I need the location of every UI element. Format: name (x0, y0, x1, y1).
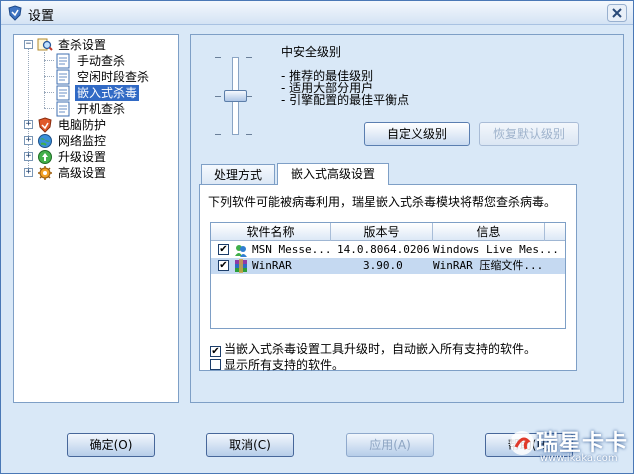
tree-item-update-settings[interactable]: + 升级设置 (20, 149, 170, 165)
security-level-slider-thumb[interactable] (224, 90, 247, 102)
row-checkbox[interactable]: ✔ (218, 244, 229, 255)
software-table: 软件名称 版本号 信息 ✔ MSN Messe... 14.0.8064.020… (210, 222, 566, 329)
custom-level-button[interactable]: 自定义级别 (364, 122, 470, 146)
tree-item-label: 查杀设置 (58, 38, 107, 52)
slider-tick (215, 57, 221, 58)
software-info: WinRAR 压缩文件... (433, 259, 544, 272)
embedded-description: 下列软件可能被病毒利用，瑞星嵌入式杀毒模块将帮您查杀病毒。 (208, 195, 557, 209)
rising-shield-icon (8, 5, 22, 21)
tree-item-manual-scan[interactable]: 手动查杀 (20, 53, 170, 69)
document-icon (56, 101, 70, 117)
tree-item-label-selected: 嵌入式杀毒 (75, 85, 140, 101)
settings-tree: − 查杀设置 手动查杀 空闲时段查杀 嵌入式杀毒 开机查杀 + 电脑防护 + 网… (13, 34, 179, 403)
tree-item-pc-protection[interactable]: + 电脑防护 (20, 117, 170, 133)
software-name: MSN Messe... (252, 243, 332, 256)
tree-item-embedded-scan[interactable]: 嵌入式杀毒 (20, 85, 170, 101)
software-info: Windows Live Mes... (433, 243, 559, 256)
tree-item-label: 电脑防护 (58, 118, 107, 132)
apply-button[interactable]: 应用(A) (346, 433, 434, 457)
auto-embed-option[interactable]: ✔ 当嵌入式杀毒设置工具升级时，自动嵌入所有支持的软件。 (210, 340, 536, 357)
slider-tick (215, 96, 221, 97)
show-all-checkbox[interactable] (210, 359, 221, 370)
tree-item-label: 网络监控 (58, 134, 107, 148)
slider-tick (246, 57, 252, 58)
cancel-button[interactable]: 取消(C) (206, 433, 294, 457)
software-version: 14.0.8064.0206 (337, 243, 430, 256)
column-header[interactable]: 信息 (433, 223, 545, 241)
table-header: 软件名称 版本号 信息 (211, 223, 565, 241)
ikaka-logo-icon (510, 431, 534, 455)
tree-item-label: 手动查杀 (77, 54, 126, 68)
table-row[interactable]: ✔ MSN Messe... 14.0.8064.0206 Windows Li… (211, 242, 565, 258)
winrar-icon (235, 259, 247, 273)
show-all-option[interactable]: 显示所有支持的软件。 (210, 356, 344, 373)
expand-icon[interactable]: + (24, 136, 33, 145)
ikaka-watermark: 瑞星卡卡 www.ikaka.com (506, 421, 631, 471)
shield-icon (38, 117, 52, 133)
globe-icon (38, 134, 52, 148)
restore-default-level-button[interactable]: 恢复默认级别 (479, 122, 579, 146)
tree-item-advanced-settings[interactable]: + 高级设置 (20, 165, 170, 181)
table-row[interactable]: ✔ WinRAR 3.90.0 WinRAR 压缩文件... (211, 258, 565, 274)
row-checkbox[interactable]: ✔ (218, 260, 229, 271)
window-title: 设置 (28, 9, 55, 24)
update-icon (38, 150, 52, 164)
software-name: WinRAR (252, 259, 292, 272)
tree-item-label: 高级设置 (58, 166, 107, 180)
embedded-advanced-panel: 下列软件可能被病毒利用，瑞星嵌入式杀毒模块将帮您查杀病毒。 软件名称 版本号 信… (199, 184, 577, 373)
tree-item-idle-scan[interactable]: 空闲时段查杀 (20, 69, 170, 85)
software-version: 3.90.0 (363, 259, 403, 272)
magnifier-icon (37, 38, 53, 51)
tree-item-label: 开机查杀 (77, 102, 126, 116)
document-icon (56, 69, 70, 85)
column-header[interactable]: 版本号 (331, 223, 433, 241)
tree-item-label: 升级设置 (58, 150, 107, 164)
column-header[interactable]: 软件名称 (211, 223, 331, 241)
settings-content-panel: 中安全级别 - 推荐的最佳级别 - 适用大部分用户 - 引擎配置的最佳平衡点 自… (190, 34, 624, 403)
expand-icon[interactable]: + (24, 152, 33, 161)
gear-icon (38, 166, 52, 180)
tab-embedded-advanced[interactable]: 嵌入式高级设置 (277, 163, 389, 185)
tree-item-boot-scan[interactable]: 开机查杀 (20, 101, 170, 117)
expand-icon[interactable]: + (24, 120, 33, 129)
tree-item-network-monitor[interactable]: + 网络监控 (20, 133, 170, 149)
document-icon (56, 53, 70, 69)
watermark-url: www.ikaka.com (540, 453, 618, 464)
tab-handling-method[interactable]: 处理方式 (201, 164, 275, 185)
slider-tick (246, 134, 252, 135)
document-icon (56, 85, 70, 101)
expand-icon[interactable]: + (24, 168, 33, 177)
msn-icon (235, 245, 247, 257)
security-level-desc: - 引擎配置的最佳平衡点 (281, 93, 410, 107)
show-all-label: 显示所有支持的软件。 (224, 358, 345, 372)
title-bar: 设置 (1, 1, 633, 25)
tree-item-label: 空闲时段查杀 (77, 70, 150, 84)
settings-window: 设置 − 查杀设置 手动查杀 空闲时段查杀 嵌入式杀毒 开机查杀 + 电脑防护 … (0, 0, 634, 474)
collapse-icon[interactable]: − (24, 40, 33, 49)
security-level-title: 中安全级别 (281, 45, 342, 59)
slider-tick (215, 134, 221, 135)
ok-button[interactable]: 确定(O) (67, 433, 155, 457)
tree-item-scan-settings[interactable]: − 查杀设置 (20, 37, 170, 53)
close-icon[interactable] (607, 4, 627, 22)
auto-embed-label: 当嵌入式杀毒设置工具升级时，自动嵌入所有支持的软件。 (224, 342, 537, 356)
